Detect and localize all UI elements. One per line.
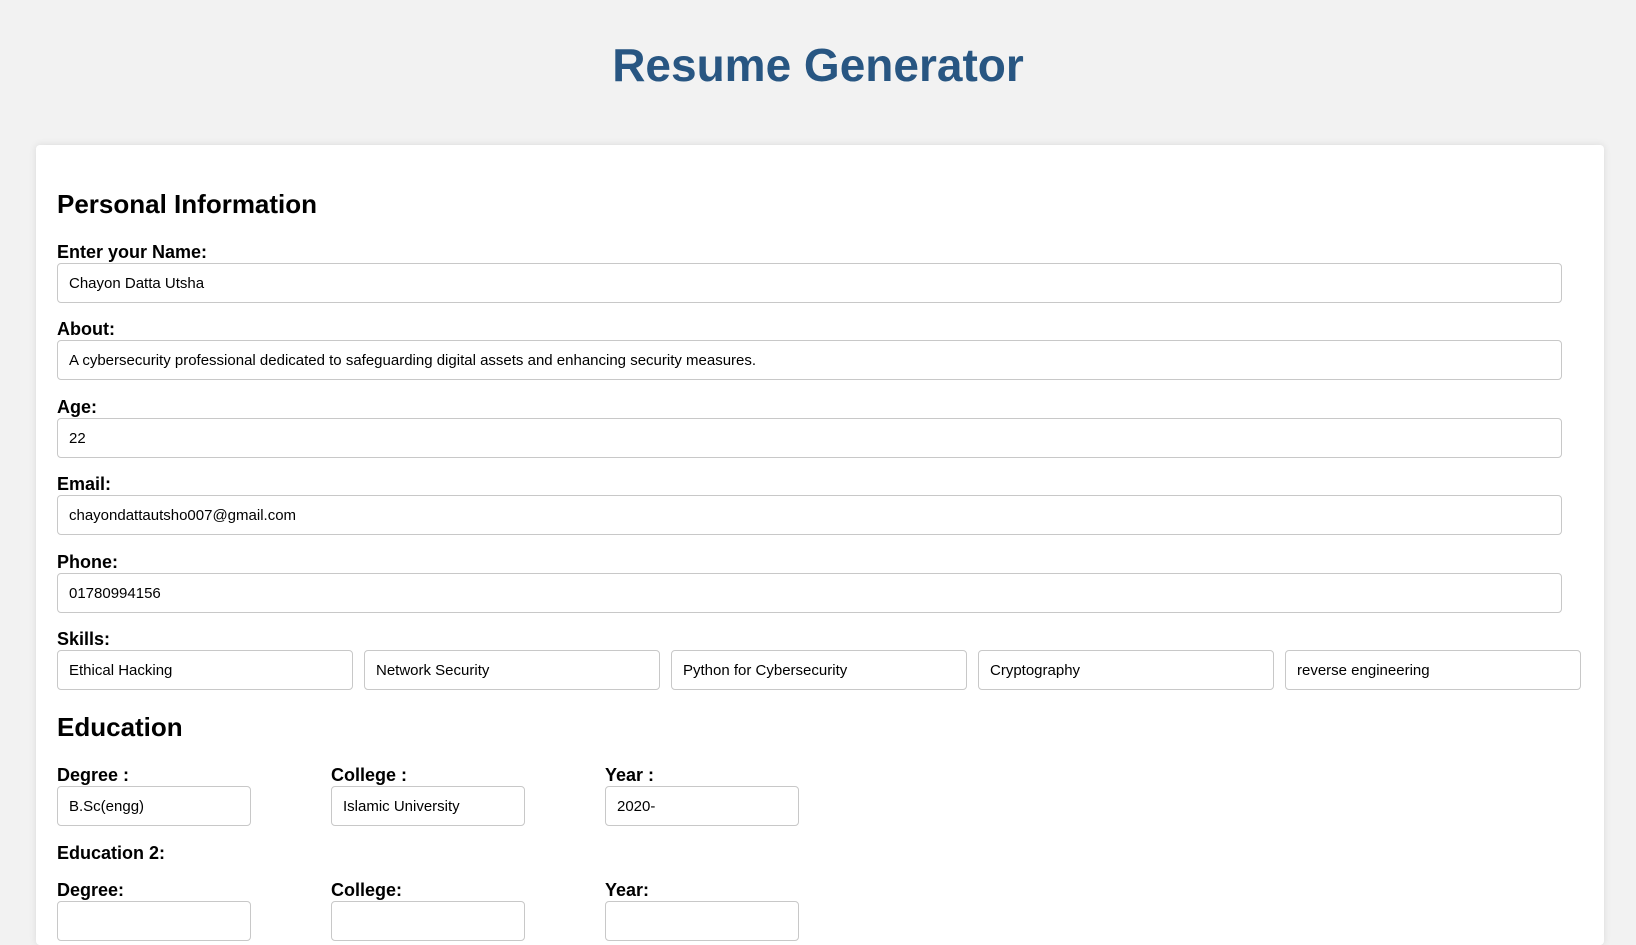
- year-input-1[interactable]: [605, 786, 799, 826]
- skills-label: Skills:: [57, 629, 111, 649]
- college-input-2[interactable]: [331, 901, 525, 941]
- email-input[interactable]: [57, 495, 1562, 535]
- personal-info-heading: Personal Information: [57, 189, 318, 219]
- year-label-1: Year :: [605, 765, 655, 785]
- year-input-2[interactable]: [605, 901, 799, 941]
- degree-label-2: Degree:: [57, 880, 125, 900]
- about-label: About:: [57, 319, 115, 339]
- name-label: Enter your Name:: [57, 242, 208, 262]
- page-title: Resume Generator: [612, 39, 1024, 91]
- degree-input-2[interactable]: [57, 901, 251, 941]
- age-input[interactable]: [57, 418, 1562, 458]
- email-label: Email:: [57, 474, 112, 494]
- college-input-1[interactable]: [331, 786, 525, 826]
- degree-label-1: Degree :: [57, 765, 130, 785]
- about-input[interactable]: [57, 340, 1562, 380]
- phone-label: Phone:: [57, 552, 118, 572]
- college-label-2: College:: [331, 880, 403, 900]
- education-2-heading: Education 2:: [57, 843, 166, 863]
- skill-input-1[interactable]: [57, 650, 353, 690]
- skill-input-3[interactable]: [671, 650, 967, 690]
- name-input[interactable]: [57, 263, 1562, 303]
- degree-input-1[interactable]: [57, 786, 251, 826]
- skill-input-5[interactable]: [1285, 650, 1581, 690]
- skill-input-2[interactable]: [364, 650, 660, 690]
- resume-form-card: Personal Information Enter your Name: Ab…: [36, 145, 1604, 945]
- skill-input-4[interactable]: [978, 650, 1274, 690]
- phone-input[interactable]: [57, 573, 1562, 613]
- college-label-1: College :: [331, 765, 408, 785]
- education-heading: Education: [57, 712, 183, 742]
- age-label: Age:: [57, 397, 97, 417]
- year-label-2: Year:: [605, 880, 650, 900]
